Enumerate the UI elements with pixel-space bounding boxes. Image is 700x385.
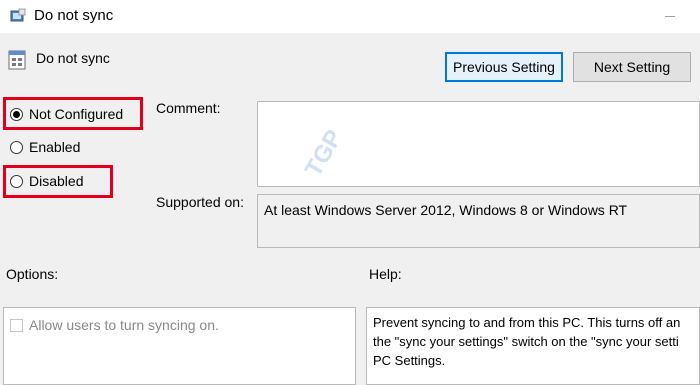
title-bar: Do not sync [0,0,700,33]
previous-setting-button[interactable]: Previous Setting [445,52,563,82]
policy-editor-icon [10,8,26,22]
radio-enabled[interactable]: Enabled [10,139,80,155]
comment-label: Comment: [156,100,221,116]
minimize-icon[interactable] [665,16,675,17]
options-panel: Allow users to turn syncing on. [3,307,356,385]
help-text-line: PC Settings. [373,353,446,368]
help-text-line: Prevent syncing to and from this PC. Thi… [373,315,681,330]
radio-button[interactable] [10,140,23,154]
allow-sync-checkbox-label: Allow users to turn syncing on. [29,317,219,333]
window-title: Do not sync [34,7,114,24]
next-setting-button[interactable]: Next Setting [573,52,691,82]
help-text-line: the "sync your settings" switch on the "… [373,334,679,349]
checkbox [10,318,23,332]
highlight-box-disabled [3,165,113,198]
setting-title: Do not sync [36,50,110,66]
supported-on-field: At least Windows Server 2012, Windows 8 … [257,194,700,248]
setting-icon [8,50,26,70]
options-label: Options: [6,266,59,282]
help-label: Help: [369,266,402,282]
supported-on-value: At least Windows Server 2012, Windows 8 … [264,202,628,218]
help-panel[interactable]: Prevent syncing to and from this PC. Thi… [366,307,700,385]
allow-sync-checkbox-row: Allow users to turn syncing on. [10,317,219,333]
radio-label-enabled: Enabled [29,139,81,155]
supported-on-label: Supported on: [156,194,244,210]
highlight-box-not-configured [3,97,143,130]
